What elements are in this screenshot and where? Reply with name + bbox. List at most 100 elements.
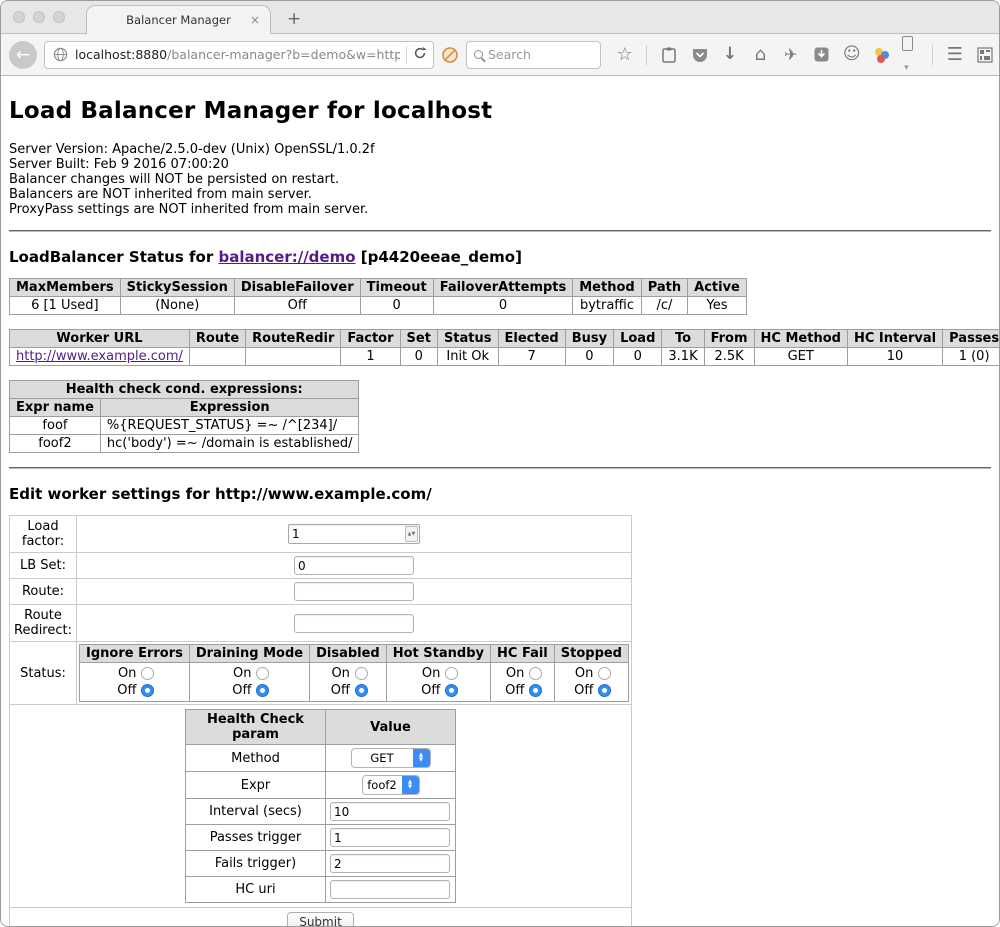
cell-maxmembers: 6 [1 Used] [10, 297, 121, 315]
route-redirect-input[interactable] [294, 614, 414, 633]
url-path: /balancer-manager?b=demo&w=http://www.ex… [167, 47, 400, 62]
draining-mode-on-radio[interactable] [256, 667, 269, 680]
device-sync-icon[interactable]: ▾ [902, 36, 919, 74]
dropbox-square-icon[interactable] [813, 46, 830, 64]
balancer-demo-link[interactable]: balancer://demo [218, 248, 355, 266]
toolbar-separator-2 [932, 45, 933, 65]
stopped-off-radio[interactable] [598, 684, 611, 697]
col-load: Load [614, 330, 662, 348]
worker-url-link[interactable]: http://www.example.com/ [16, 349, 183, 364]
col-busy: Busy [565, 330, 613, 348]
hc-fails-input[interactable] [330, 854, 450, 873]
stopped-on-radio[interactable] [598, 667, 611, 680]
status-label: Status: [10, 642, 77, 705]
load-factor-input[interactable] [292, 527, 405, 541]
col-hc-value: Value [326, 710, 456, 745]
cell-to: 3.1K [662, 348, 704, 366]
reload-icon[interactable] [413, 46, 427, 64]
browser-window: Balancer Manager × + ← localhost:8880/ba… [0, 0, 1000, 927]
ignore-errors-off-radio[interactable] [141, 684, 154, 697]
expr-row-foof: foof %{REQUEST_STATUS} =~ /^[234]/ [10, 417, 359, 435]
hc-row-interval: Interval (secs) [186, 799, 456, 825]
off-label: Off [502, 682, 524, 699]
toolbar-icons: ☆ ↓ ⌂ ✈ ☺ ▾ ☰ [616, 36, 994, 74]
info-persist: Balancer changes will NOT be persisted o… [9, 172, 991, 187]
window-controls[interactable] [13, 11, 65, 23]
lb-set-label: LB Set: [10, 553, 77, 579]
col-hc-fail: HC Fail [491, 645, 555, 663]
hot-standby-off-radio[interactable] [445, 684, 458, 697]
pocket-icon[interactable] [691, 46, 708, 64]
content-block-icon[interactable] [441, 46, 459, 64]
col-expr-name: Expr name [10, 399, 101, 417]
grid-tiles-icon[interactable] [977, 46, 994, 64]
on-label: On [114, 665, 136, 682]
search-bar[interactable]: Search [466, 41, 601, 69]
url-text[interactable]: localhost:8880/balancer-manager?b=demo&w… [75, 47, 400, 62]
hc-fail-on-radio[interactable] [529, 667, 542, 680]
stepper-arrows-icon[interactable]: ▲▼ [405, 526, 418, 542]
hc-uri-input[interactable] [330, 880, 450, 899]
cell-failoverattempts: 0 [433, 297, 573, 315]
hc-fail-off-radio[interactable] [529, 684, 542, 697]
new-tab-button[interactable]: + [287, 9, 301, 29]
colored-dots-extension-icon[interactable] [874, 47, 890, 63]
hc-passes-input[interactable] [330, 828, 450, 847]
cell-timeout: 0 [360, 297, 433, 315]
bookmark-star-icon[interactable]: ☆ [616, 46, 633, 64]
hamburger-menu-icon[interactable]: ☰ [946, 46, 963, 64]
draining-mode-off-radio[interactable] [256, 684, 269, 697]
expr-value-foof2: hc('body') =~ /domain is established/ [100, 435, 359, 453]
hc-method-select[interactable]: GET▲▼ [351, 748, 431, 768]
load-factor-stepper[interactable]: ▲▼ [288, 524, 420, 544]
form-row-route-redirect: Route Redirect: [10, 605, 632, 642]
submit-button[interactable]: Submit [287, 912, 354, 927]
lb-set-input[interactable] [294, 556, 414, 575]
form-row-route: Route: [10, 579, 632, 605]
hot-standby-on-radio[interactable] [445, 667, 458, 680]
disabled-on-radio[interactable] [355, 667, 368, 680]
route-input[interactable] [294, 582, 414, 601]
ignore-errors-on-radio[interactable] [141, 667, 154, 680]
tab-title: Balancer Manager [126, 13, 231, 27]
hc-uri-label: HC uri [186, 877, 326, 903]
worker-table: Worker URL Route RouteRedir Factor Set S… [9, 329, 1000, 366]
off-label: Off [418, 682, 440, 699]
zoom-window-button[interactable] [53, 11, 65, 23]
back-button[interactable]: ← [9, 41, 37, 69]
globe-icon [51, 46, 69, 64]
off-label: Off [229, 682, 251, 699]
col-method: Method [573, 279, 641, 297]
col-active: Active [688, 279, 747, 297]
tab-close-icon[interactable]: × [250, 13, 260, 27]
off-label: Off [571, 682, 593, 699]
bookmarks-clipboard-icon[interactable] [660, 46, 677, 64]
close-window-button[interactable] [13, 11, 25, 23]
disabled-off-radio[interactable] [355, 684, 368, 697]
stopped-radios: On Off [554, 663, 628, 702]
form-row-lb-set: LB Set: [10, 553, 632, 579]
url-bar[interactable]: localhost:8880/balancer-manager?b=demo&w… [44, 41, 434, 69]
send-plane-icon[interactable]: ✈ [782, 46, 799, 64]
col-to: To [662, 330, 704, 348]
downloads-icon[interactable]: ↓ [721, 46, 738, 64]
minimize-window-button[interactable] [33, 11, 45, 23]
route-label: Route: [10, 579, 77, 605]
hc-expr-select[interactable]: foof2▲▼ [362, 775, 420, 795]
home-icon[interactable]: ⌂ [752, 46, 769, 64]
page-content: Load Balancer Manager for localhost Serv… [1, 98, 999, 927]
col-draining-mode: Draining Mode [189, 645, 309, 663]
edit-worker-form: Load factor: ▲▼ LB Set: Route: Route Red… [9, 515, 632, 927]
divider-2 [9, 467, 991, 469]
off-label: Off [114, 682, 136, 699]
expr-row-foof2: foof2 hc('body') =~ /domain is establish… [10, 435, 359, 453]
col-stopped: Stopped [554, 645, 628, 663]
hc-interval-input[interactable] [330, 802, 450, 821]
cell-busy: 0 [565, 348, 613, 366]
col-disablefailover: DisableFailover [234, 279, 360, 297]
on-label: On [328, 665, 350, 682]
smiley-icon[interactable]: ☺ [843, 46, 861, 64]
hc-row-fails: Fails trigger) [186, 851, 456, 877]
expressions-table: Health check cond. expressions: Expr nam… [9, 380, 359, 453]
tab-balancer-manager[interactable]: Balancer Manager × [86, 5, 271, 34]
